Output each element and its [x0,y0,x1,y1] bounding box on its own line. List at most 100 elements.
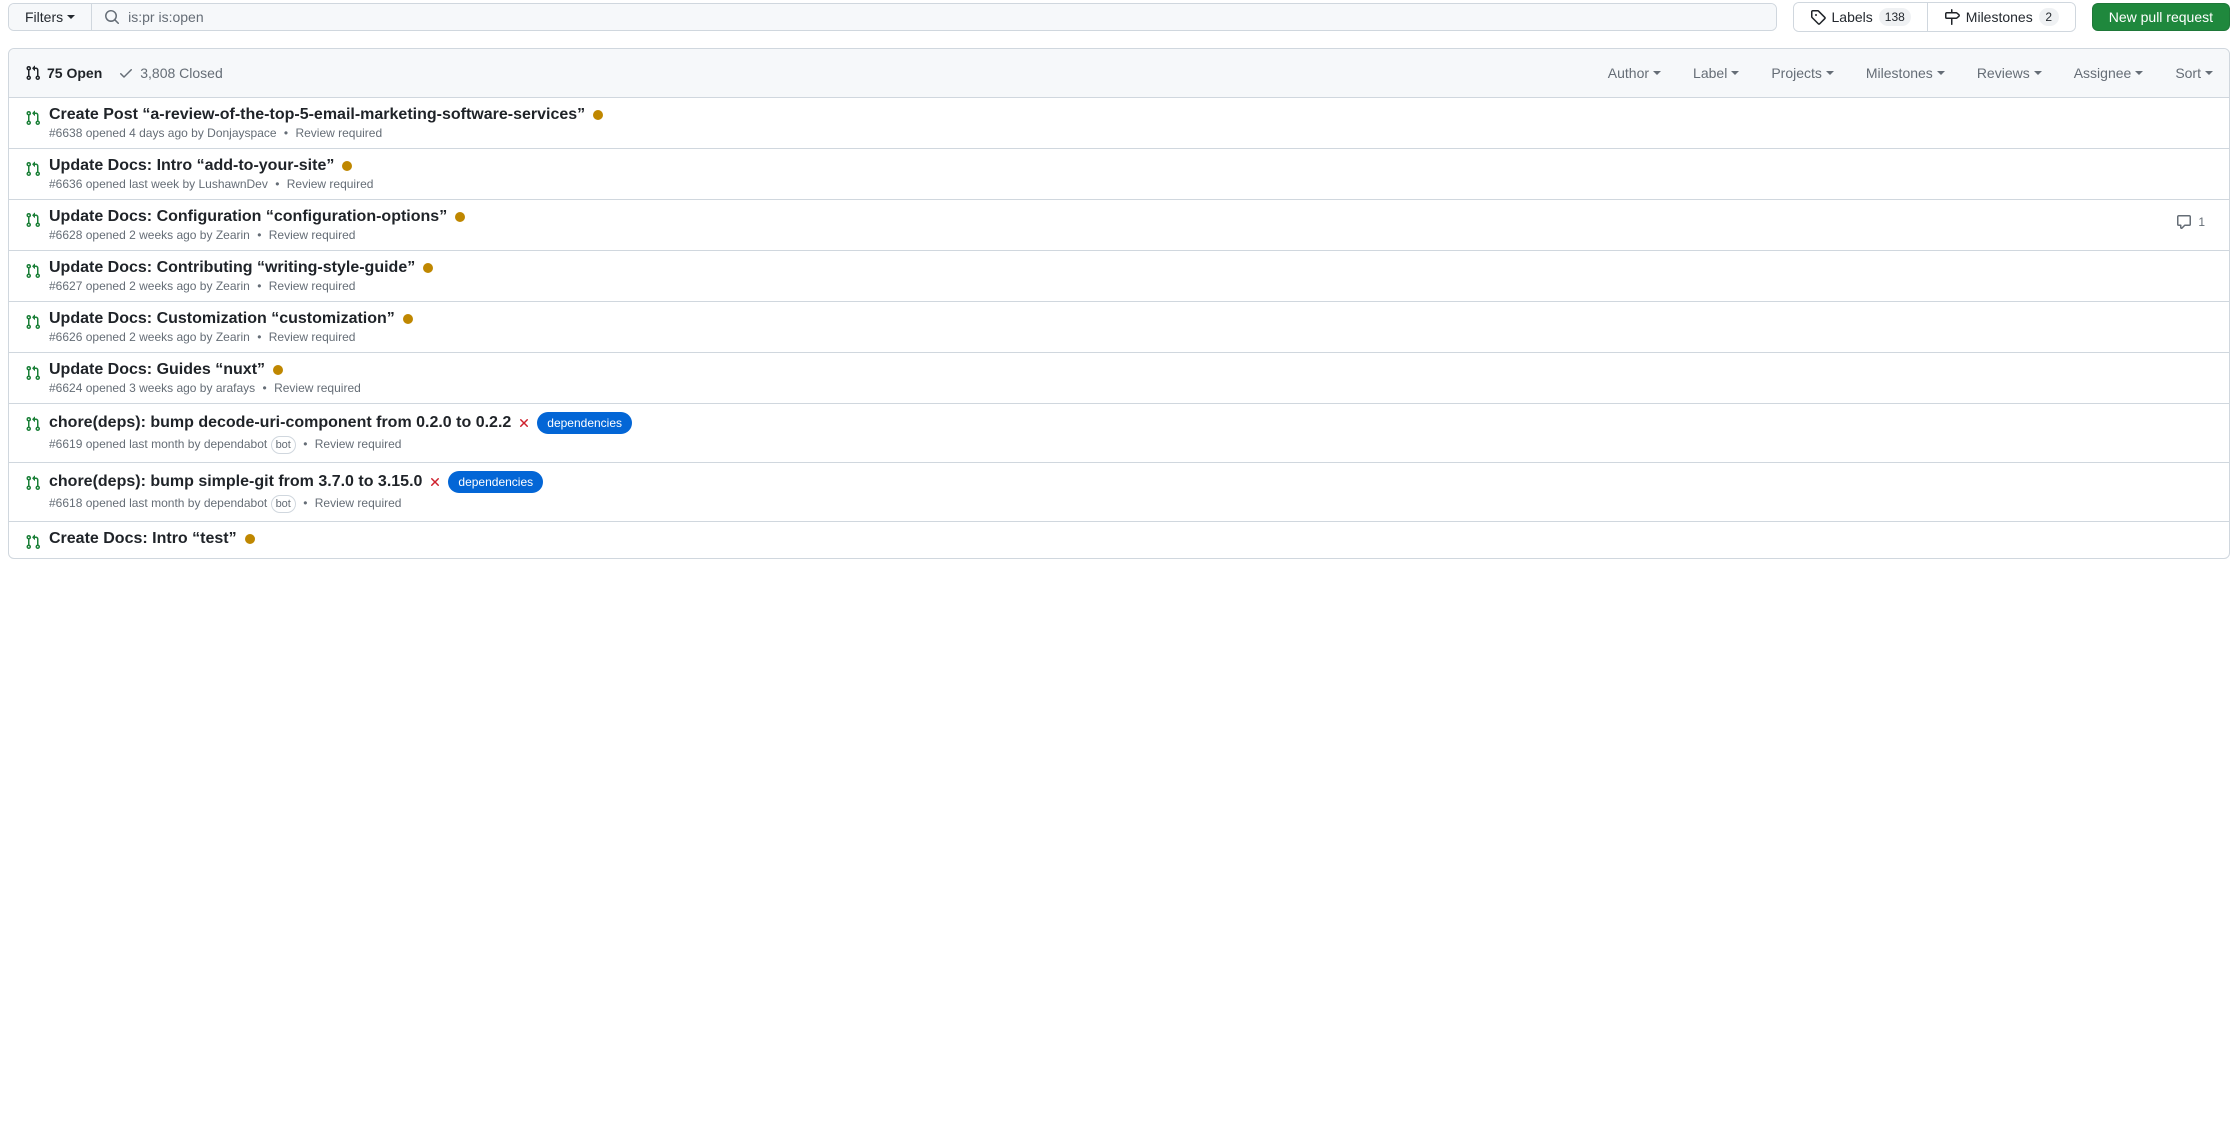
pr-author-link[interactable]: LushawnDev [198,177,267,191]
status-pending-icon [271,363,285,377]
labels-count: 138 [1879,8,1911,26]
pr-title-link[interactable]: Update Docs: Guides “nuxt” [49,361,265,379]
pr-opened-text: opened 2 weeks ago by [86,279,213,293]
open-prs-link[interactable]: 75 Open [25,65,102,81]
assignee-filter[interactable]: Assignee [2074,65,2144,81]
pull-request-open-icon [25,314,41,330]
caret-down-icon [1937,71,1945,75]
status-pending-icon [591,108,605,122]
caret-down-icon [2135,71,2143,75]
pr-author-link[interactable]: Zearin [216,330,250,344]
bot-badge: bot [271,436,296,454]
pr-number: #6636 [49,177,82,191]
filters-label: Filters [25,9,63,25]
status-fail-icon [428,475,442,489]
pr-number: #6628 [49,228,82,242]
pr-title-link[interactable]: Create Docs: Intro “test” [49,530,237,548]
open-count-text: 75 Open [47,65,102,81]
pr-row: Create Post “a-review-of-the-top-5-email… [9,98,2229,149]
review-required-text: Review required [269,330,356,344]
label-pill[interactable]: dependencies [448,471,543,493]
pr-opened-text: opened 3 weeks ago by [86,381,213,395]
caret-down-icon [2034,71,2042,75]
pr-number: #6627 [49,279,82,293]
pr-number: #6618 [49,496,82,510]
labels-text: Labels [1832,9,1873,25]
review-required-text: Review required [287,177,374,191]
review-required-text: Review required [315,496,402,510]
pr-opened-text: opened last month by [86,437,201,451]
status-pending-icon [453,210,467,224]
pr-meta: #6627 opened 2 weeks ago by Zearin • Rev… [49,279,2213,293]
review-required-text: Review required [295,126,382,140]
reviews-filter[interactable]: Reviews [1977,65,2042,81]
pull-request-icon [25,65,41,81]
label-pill[interactable]: dependencies [537,412,632,434]
pr-author-link[interactable]: Zearin [216,228,250,242]
pr-author-link[interactable]: Donjayspace [207,126,276,140]
caret-down-icon [67,15,75,19]
sort-filter[interactable]: Sort [2175,65,2213,81]
pr-title-link[interactable]: chore(deps): bump decode-uri-component f… [49,414,511,432]
milestones-count: 2 [2039,8,2059,26]
pr-opened-text: opened 2 weeks ago by [86,228,213,242]
pr-row: Create Docs: Intro “test” [9,522,2229,558]
filters-button[interactable]: Filters [9,4,92,30]
pr-author-link[interactable]: dependabot [204,437,267,451]
pr-author-link[interactable]: dependabot [204,496,267,510]
pr-title-link[interactable]: Update Docs: Customization “customizatio… [49,310,395,328]
pr-row: Update Docs: Customization “customizatio… [9,302,2229,353]
closed-prs-link[interactable]: 3,808 Closed [118,65,223,81]
pull-request-open-icon [25,263,41,279]
pr-meta: #6618 opened last month by dependabot bo… [49,495,2213,513]
labels-button[interactable]: Labels 138 [1794,3,1927,31]
pr-author-link[interactable]: Zearin [216,279,250,293]
pr-row: Update Docs: Contributing “writing-style… [9,251,2229,302]
pr-meta: #6619 opened last month by dependabot bo… [49,436,2213,454]
pr-meta: #6628 opened 2 weeks ago by Zearin • Rev… [49,228,2168,242]
milestones-text: Milestones [1966,9,2033,25]
projects-filter[interactable]: Projects [1771,65,1834,81]
pull-request-open-icon [25,161,41,177]
milestones-button[interactable]: Milestones 2 [1927,3,2075,31]
bot-badge: bot [271,495,296,513]
caret-down-icon [2205,71,2213,75]
pr-meta: #6624 opened 3 weeks ago by arafays • Re… [49,381,2213,395]
pr-number: #6624 [49,381,82,395]
review-required-text: Review required [274,381,361,395]
pr-row: Update Docs: Intro “add-to-your-site” #6… [9,149,2229,200]
pr-title-link[interactable]: Update Docs: Configuration “configuratio… [49,208,447,226]
check-icon [118,65,134,81]
tag-icon [1810,9,1826,25]
author-filter[interactable]: Author [1608,65,1661,81]
review-required-text: Review required [269,279,356,293]
search-icon [104,9,120,25]
search-input[interactable] [128,9,1763,25]
pr-meta: #6638 opened 4 days ago by Donjayspace •… [49,126,2213,140]
pull-request-open-icon [25,475,41,491]
search-container[interactable] [92,4,1775,30]
pr-opened-text: opened last week by [86,177,195,191]
pr-meta: #6626 opened 2 weeks ago by Zearin • Rev… [49,330,2213,344]
pr-opened-text: opened 4 days ago by [86,126,204,140]
status-pending-icon [340,159,354,173]
label-filter[interactable]: Label [1693,65,1739,81]
pr-title-link[interactable]: chore(deps): bump simple-git from 3.7.0 … [49,473,422,491]
pr-title-link[interactable]: Update Docs: Contributing “writing-style… [49,259,415,277]
caret-down-icon [1826,71,1834,75]
pr-row: chore(deps): bump decode-uri-component f… [9,404,2229,463]
pull-request-open-icon [25,365,41,381]
pr-title-link[interactable]: Update Docs: Intro “add-to-your-site” [49,157,334,175]
closed-count-text: 3,808 Closed [140,65,223,81]
milestones-filter[interactable]: Milestones [1866,65,1945,81]
pr-row: Update Docs: Guides “nuxt” #6624 opened … [9,353,2229,404]
pull-request-open-icon [25,110,41,126]
comment-count[interactable]: 1 [2176,214,2205,230]
pr-title-link[interactable]: Create Post “a-review-of-the-top-5-email… [49,106,585,124]
pr-author-link[interactable]: arafays [216,381,255,395]
caret-down-icon [1731,71,1739,75]
pr-number: #6619 [49,437,82,451]
new-pull-request-button[interactable]: New pull request [2092,3,2230,31]
comment-icon [2176,214,2192,230]
status-pending-icon [243,532,257,546]
